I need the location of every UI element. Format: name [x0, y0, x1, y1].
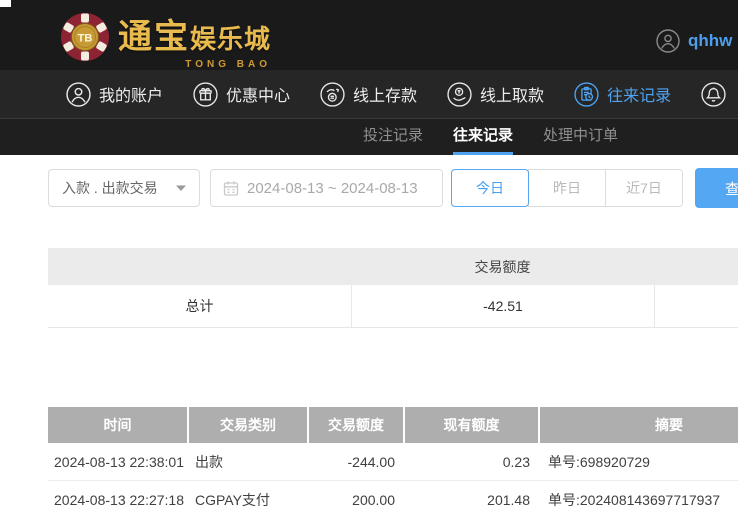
gift-icon: [193, 81, 218, 107]
cell-type: 出款: [195, 453, 223, 470]
withdraw-hand-icon: [447, 81, 472, 107]
transaction-type-value: 入款 . 出款交易: [62, 180, 158, 196]
top-bar: TB 通宝 娱乐城 TONG BAO qhhw: [0, 0, 738, 70]
nav-label: 优惠中心: [226, 88, 291, 105]
col-header-balance: 现有额度: [403, 407, 538, 443]
main-nav: 我的账户 优惠中心 线上存款 线上取款 往来记录: [0, 70, 738, 118]
brand-name-main: 通宝: [118, 18, 190, 56]
last7days-button[interactable]: 近7日: [605, 169, 683, 207]
cell-amount: 200.00: [352, 491, 395, 508]
bell-icon: [701, 81, 726, 107]
summary-total-label: 总计: [185, 298, 214, 314]
brand-name: 通宝 娱乐城 TONG BAO: [118, 9, 271, 70]
records-clipboard-icon: [574, 81, 599, 107]
user-icon: [66, 81, 91, 107]
table-row: 2024-08-13 22:27:18 CGPAY支付 200.00 201.4…: [48, 481, 738, 513]
cell-balance: 201.48: [487, 491, 530, 508]
tab-betting-records[interactable]: 投注记录: [363, 119, 423, 155]
brand-name-en: TONG BAO: [185, 59, 272, 70]
filter-bar: 入款 . 出款交易 2024-08-13 ~ 2024-08-13 今日 昨日 …: [48, 168, 738, 208]
search-button[interactable]: 查询: [695, 168, 738, 208]
col-header-summary: 摘要: [538, 407, 738, 443]
summary-header-amount: 交易额度: [474, 258, 531, 275]
brand-name-sub: 娱乐城: [190, 24, 272, 54]
casino-chip-icon: TB: [60, 12, 110, 67]
cell-time: 2024-08-13 22:38:01: [54, 453, 184, 470]
summary-total-value: -42.51: [351, 285, 654, 327]
cell-type: CGPAY支付: [195, 491, 270, 508]
cell-time: 2024-08-13 22:27:18: [54, 491, 184, 508]
nav-label: 我的账户: [99, 88, 164, 105]
transactions-table: 时间 交易类别 交易额度 现有额度 摘要 2024-08-13 22:38:01…: [48, 407, 738, 513]
avatar-icon: [656, 29, 680, 53]
table-row: 2024-08-13 22:38:01 出款 -244.00 0.23 单号:6…: [48, 443, 738, 481]
calendar-icon: [223, 180, 239, 197]
yesterday-button[interactable]: 昨日: [528, 169, 606, 207]
chip-tb-text: TB: [78, 33, 93, 45]
summary-empty-cell: [654, 285, 738, 327]
transaction-type-select[interactable]: 入款 . 出款交易: [48, 169, 200, 207]
nav-item-promotions[interactable]: 优惠中心: [193, 81, 291, 107]
date-range-input[interactable]: 2024-08-13 ~ 2024-08-13: [210, 169, 443, 207]
chevron-down-icon: [176, 185, 186, 192]
deposit-coin-icon: [320, 81, 345, 107]
quick-range-button-group: 今日 昨日 近7日: [451, 169, 683, 207]
cell-summary: 单号:202408143697717937: [548, 491, 721, 508]
summary-table-header: 交易额度: [48, 248, 738, 285]
account-menu[interactable]: qhhw: [656, 29, 738, 53]
page: TB 通宝 娱乐城 TONG BAO qhhw 我的账户 优惠中心 线上存款 线…: [0, 0, 738, 513]
date-range-value: 2024-08-13 ~ 2024-08-13: [247, 179, 418, 197]
col-header-time: 时间: [103, 417, 132, 433]
brand-logo[interactable]: TB 通宝 娱乐城 TONG BAO: [60, 9, 271, 70]
cell-balance: 0.23: [502, 453, 530, 470]
cell-summary: 单号:698920729: [548, 453, 650, 470]
cell-amount: -244.00: [347, 453, 395, 470]
screen-corner-artifact: [0, 0, 11, 7]
nav-item-my-account[interactable]: 我的账户: [66, 81, 164, 107]
content-area: 入款 . 出款交易 2024-08-13 ~ 2024-08-13 今日 昨日 …: [0, 155, 738, 513]
username: qhhw: [688, 31, 733, 50]
tab-pending-orders[interactable]: 处理中订单: [543, 119, 618, 155]
col-header-amount: 交易额度: [307, 407, 403, 443]
nav-item-transactions[interactable]: 往来记录: [574, 81, 672, 107]
summary-table: 交易额度 总计 -42.51: [48, 248, 738, 328]
nav-item-deposit[interactable]: 线上存款: [320, 81, 418, 107]
transactions-table-header: 时间 交易类别 交易额度 现有额度 摘要: [48, 407, 738, 443]
nav-item-notifications[interactable]: [701, 81, 738, 107]
nav-item-withdraw[interactable]: 线上取款: [447, 81, 545, 107]
tab-transaction-records[interactable]: 往来记录: [452, 119, 513, 155]
col-header-type: 交易类别: [187, 407, 307, 443]
nav-label: 往来记录: [607, 88, 672, 105]
sub-nav: 投注记录 往来记录 处理中订单: [0, 118, 738, 155]
summary-table-row: 总计 -42.51: [48, 285, 738, 328]
today-button[interactable]: 今日: [451, 169, 529, 207]
nav-label: 线上取款: [480, 88, 545, 105]
nav-label: 线上存款: [353, 88, 418, 105]
